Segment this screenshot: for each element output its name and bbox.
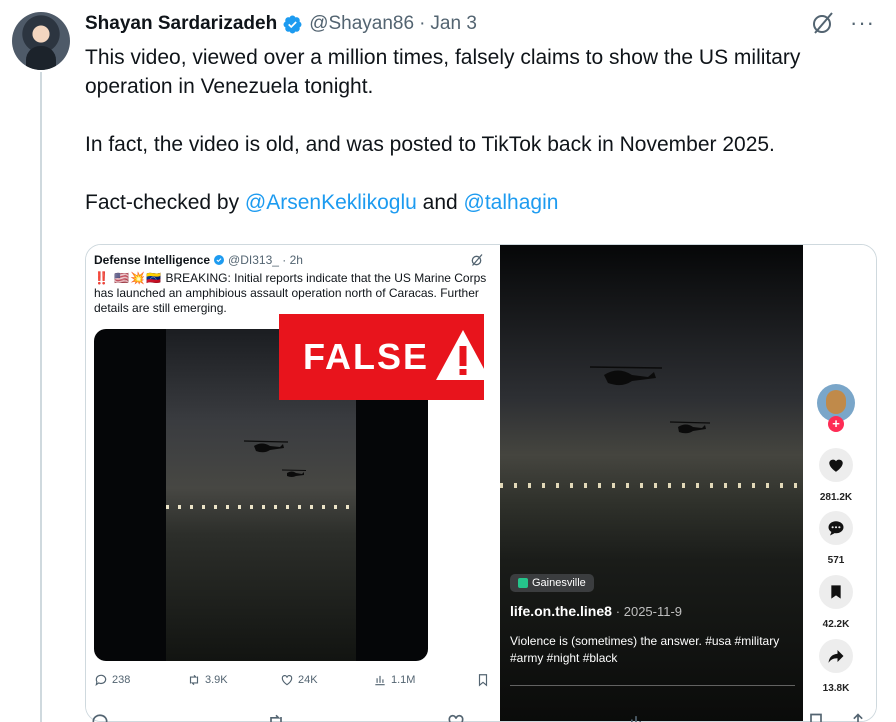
tiktok-save-count: 42.2K [822, 619, 850, 630]
screenshot-image[interactable]: Defense Intelligence @DI313_ · 2h ‼️ 🇺🇸💥🇻… [86, 245, 498, 721]
embedded-view-count: 1.1M [391, 674, 416, 686]
reply-icon [95, 674, 107, 687]
author-avatar[interactable] [12, 12, 70, 70]
tiktok-screenshot[interactable]: Gainesville life.on.the.line8 · 2025-11-… [500, 245, 876, 721]
tiktok-share-button [819, 639, 853, 673]
warning-icon [436, 330, 490, 380]
tiktok-caption-overflow [510, 685, 795, 695]
share-icon[interactable] [845, 712, 871, 722]
tiktok-helicopter-silhouette-2 [670, 421, 710, 434]
embedded-reply: 238 [94, 673, 187, 687]
like-icon[interactable] [443, 712, 469, 722]
helicopter-silhouette-2 [282, 469, 306, 477]
runway-lights [166, 505, 356, 509]
tiktok-comment-count: 571 [827, 555, 845, 566]
mention-link-2[interactable]: @talhagin [464, 191, 559, 214]
tiktok-comment-button [819, 511, 853, 545]
like-icon [281, 675, 293, 686]
views-icon [375, 675, 385, 686]
tiktok-save-button [819, 575, 853, 609]
author-handle[interactable]: @Shayan86 [309, 13, 414, 35]
media-container[interactable]: Defense Intelligence @DI313_ · 2h ‼️ 🇺🇸💥🇻… [85, 244, 877, 722]
embedded-tweet-text: ‼️ 🇺🇸💥🇻🇪 BREAKING: Initial reports indic… [94, 271, 490, 316]
embedded-like-count: 24K [298, 674, 318, 686]
author-name[interactable]: Shayan Sardarizadeh [85, 13, 277, 35]
location-label: Gainesville [532, 577, 586, 589]
false-label: FALSE [303, 336, 430, 377]
follow-plus-icon: + [828, 416, 844, 432]
tiktok-like-button [819, 448, 853, 482]
tiktok-runway-lights [500, 483, 803, 488]
embedded-views: 1.1M [373, 673, 466, 687]
separator: · [419, 13, 426, 34]
embedded-bookmark [466, 673, 490, 687]
false-banner: FALSE [279, 314, 490, 400]
tiktok-caption: Violence is (sometimes) the answer. #usa… [510, 634, 780, 665]
tiktok-user-name: life.on.the.line8 [510, 603, 612, 619]
embedded-author-handle: @DI313_ [228, 253, 279, 267]
comment-icon [828, 521, 844, 536]
tweet: Shayan Sardarizadeh @Shayan86 · Jan 3 ··… [85, 10, 875, 217]
embedded-like: 24K [280, 673, 373, 687]
grok-icon[interactable] [810, 10, 836, 36]
mention-link-1[interactable]: @ArsenKeklikoglu [245, 191, 417, 214]
location-pin-icon [518, 578, 528, 588]
embedded-actions: 238 3.9K 24K 1.1M [94, 673, 490, 687]
tiktok-helicopter-silhouette [590, 366, 662, 386]
repost-icon[interactable] [263, 712, 289, 722]
tiktok-video: Gainesville life.on.the.line8 · 2025-11-… [500, 245, 803, 721]
tiktok-side-rail: + 281.2K 571 42.2K 13.8K [808, 245, 876, 721]
views-icon[interactable] [623, 712, 649, 722]
embedded-repost: 3.9K [187, 673, 280, 687]
share-icon [828, 650, 844, 663]
more-icon[interactable]: ··· [850, 12, 875, 34]
tiktok-like-count: 281.2K [819, 492, 853, 503]
tweet-line-3-prefix: Fact-checked by [85, 191, 245, 214]
repost-icon [189, 674, 199, 686]
helicopter-silhouette [244, 440, 288, 453]
tweet-line-3-mid: and [416, 191, 464, 214]
verified-badge-icon [283, 15, 302, 33]
tweet-line-2: In fact, the video is old, and was poste… [85, 133, 775, 156]
bookmark-icon[interactable] [803, 712, 829, 722]
header-actions: ··· [810, 10, 875, 36]
bookmark-icon [478, 674, 488, 687]
tiktok-share-count: 13.8K [822, 683, 850, 694]
bookmark-filled-icon [831, 585, 841, 599]
location-tag: Gainesville [510, 574, 594, 592]
embedded-reply-count: 238 [112, 674, 131, 686]
embedded-grok-icon [471, 254, 483, 266]
embedded-time: · 2h [282, 253, 303, 267]
tweet-header: Shayan Sardarizadeh @Shayan86 · Jan 3 ··… [85, 10, 875, 38]
heart-icon [829, 459, 843, 472]
post-date[interactable]: Jan 3 [430, 13, 476, 35]
tiktok-post-date: · 2025-11-9 [615, 604, 683, 619]
tiktok-username: life.on.the.line8 · 2025-11-9 [510, 603, 682, 619]
tweet-line-1: This video, viewed over a million times,… [85, 46, 807, 98]
embedded-author-name: Defense Intelligence [94, 253, 211, 267]
flag-emojis: ‼️ 🇺🇸💥🇻🇪 [94, 271, 163, 285]
tweet-text: This video, viewed over a million times,… [85, 43, 875, 217]
reply-icon[interactable] [87, 712, 113, 722]
embedded-repost-count: 3.9K [205, 674, 228, 686]
embedded-verified-icon [214, 255, 225, 265]
tweet-actions [85, 712, 875, 722]
thread-line [40, 72, 42, 722]
embedded-tweet-header: Defense Intelligence @DI313_ · 2h [94, 253, 303, 267]
